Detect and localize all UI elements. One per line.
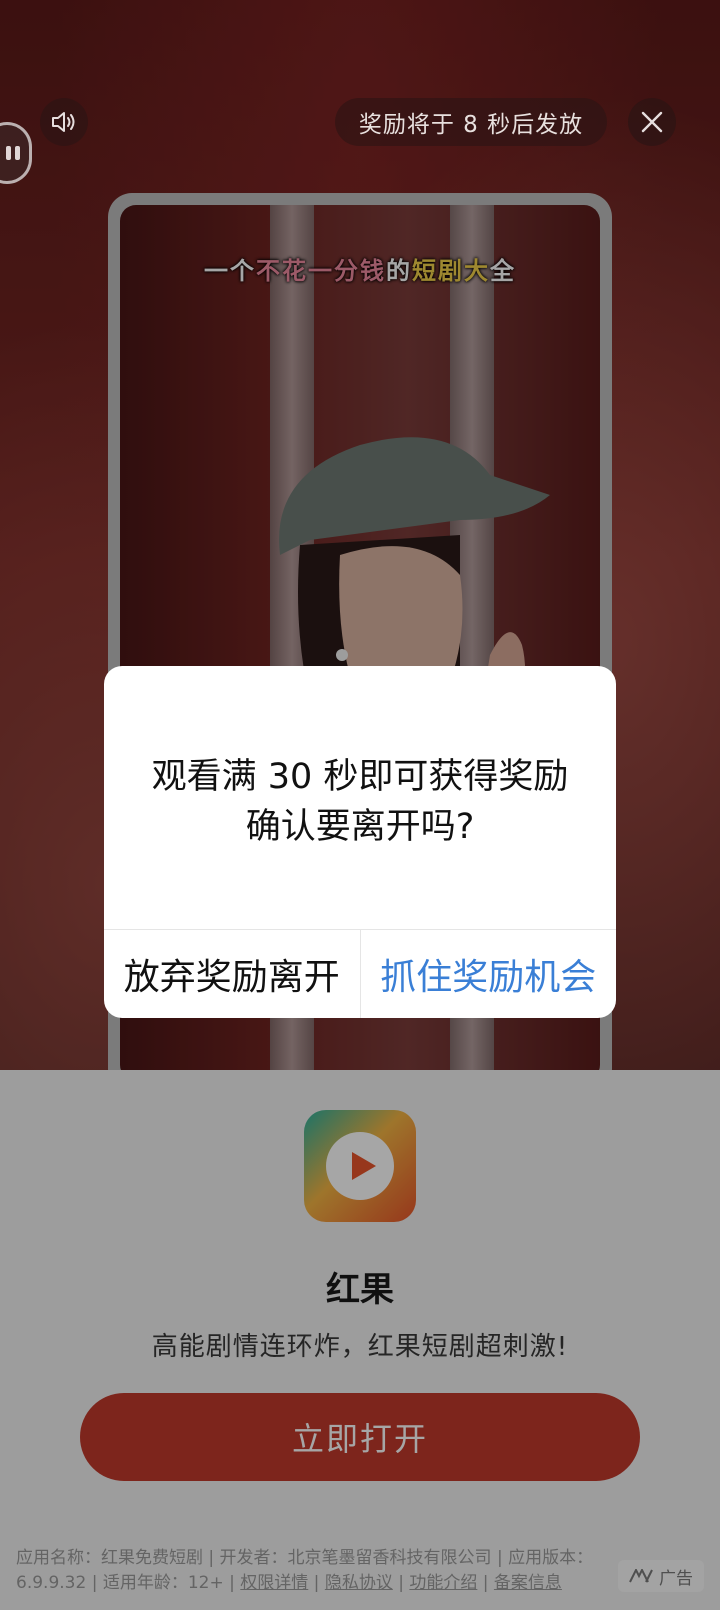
leave-button[interactable]: 放弃奖励离开: [104, 930, 361, 1018]
dialog-message-line1: 观看满 30 秒即可获得奖励: [151, 757, 569, 797]
reward-countdown: 奖励将于 8 秒后发放: [335, 98, 607, 146]
dialog-actions: 放弃奖励离开 抓住奖励机会: [104, 929, 616, 1018]
speaker-icon: [52, 112, 75, 132]
stay-button[interactable]: 抓住奖励机会: [361, 930, 617, 1018]
sound-toggle-button[interactable]: [40, 98, 88, 146]
dialog-message: 观看满 30 秒即可获得奖励 确认要离开吗?: [104, 752, 616, 852]
leave-confirm-dialog: 观看满 30 秒即可获得奖励 确认要离开吗? 放弃奖励离开 抓住奖励机会: [104, 666, 616, 1018]
dialog-message-line2: 确认要离开吗?: [245, 807, 475, 847]
ad-screen: 一个不花一分钱的短剧大全 红果 高能剧情连环炸，红果短剧超刺激! 立即打开 应用…: [0, 0, 720, 1610]
pause-icon: [6, 146, 20, 160]
close-icon: [641, 111, 663, 133]
close-ad-button[interactable]: [628, 98, 676, 146]
